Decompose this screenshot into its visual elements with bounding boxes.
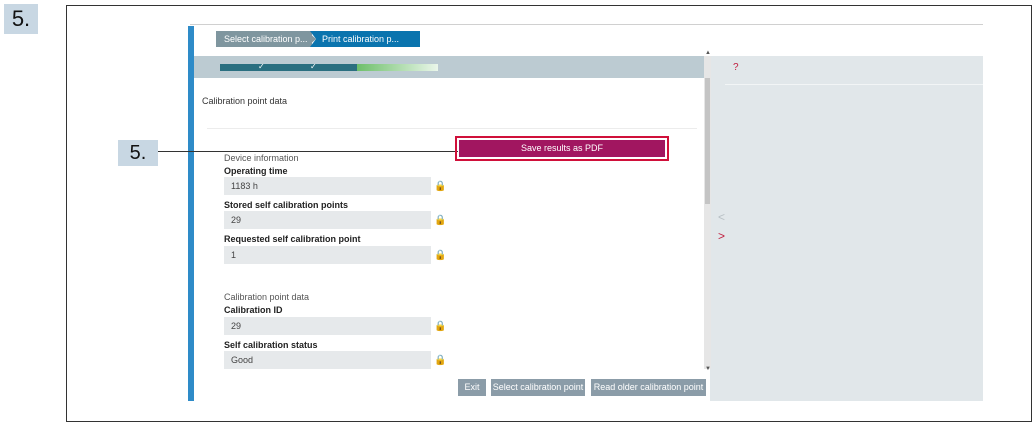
title-divider [207,128,697,129]
calibration-data-heading: Calibration point data [224,292,310,302]
requested-point-field: 1 [224,246,431,264]
help-panel [710,56,983,401]
scroll-up-icon[interactable]: ▲ [705,50,711,56]
stored-points-label: Stored self calibration points [224,200,349,210]
select-calibration-point-button[interactable]: Select calibration point [491,379,585,396]
self-calibration-status-label: Self calibration status [224,340,318,350]
left-accent-strip [188,26,194,401]
top-divider [190,24,983,25]
requested-point-label: Requested self calibration point [224,234,361,244]
scrollbar-thumb[interactable] [705,78,710,204]
step-number-badge: 5. [4,4,38,34]
check-icon: ✓ [258,64,265,71]
breadcrumb-step-print-calibration[interactable]: Print calibration p... [310,31,420,47]
lock-icon: 🔒 [434,355,447,366]
check-icon: ✓ [310,64,317,71]
progress-current [357,64,438,71]
calibration-id-label: Calibration ID [224,305,283,315]
help-divider [725,84,983,85]
self-calibration-status-field: Good [224,351,431,369]
operating-time-label: Operating time [224,166,288,176]
save-results-pdf-button[interactable]: Save results as PDF [459,140,665,157]
calibration-id-field: 29 [224,317,431,335]
progress-completed [220,64,358,71]
exit-button[interactable]: Exit [458,379,486,396]
lock-icon: 🔒 [434,321,447,332]
operating-time-field: 1183 h [224,177,431,195]
lock-icon: 🔒 [434,250,447,261]
lock-icon: 🔒 [434,181,447,192]
breadcrumb-step-select-calibration[interactable]: Select calibration p... [216,31,312,47]
wizard-progress: ✓ ✓ [220,64,438,71]
scroll-down-icon[interactable]: ▼ [705,366,711,372]
stored-points-field: 29 [224,211,431,229]
lock-icon: 🔒 [434,215,447,226]
read-older-calibration-point-button[interactable]: Read older calibration point [591,379,706,396]
device-information-heading: Device information [224,153,299,163]
chevron-left-icon[interactable]: < [718,210,725,224]
page-title: Calibration point data [202,96,288,106]
chevron-right-icon[interactable]: > [718,229,725,243]
callout-line [158,151,458,152]
help-question-icon[interactable]: ? [733,62,739,73]
callout-label: 5. [118,140,158,166]
